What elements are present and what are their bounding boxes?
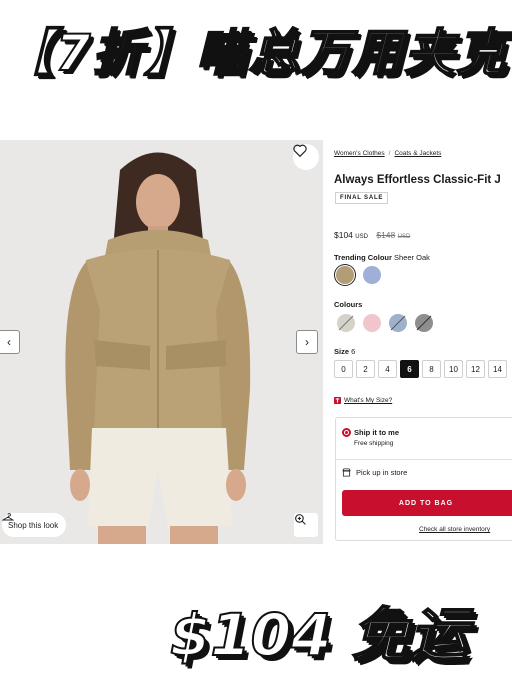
check-store-inventory-link[interactable]: Check all store inventory <box>419 526 490 533</box>
swatch-sheer-oak[interactable] <box>336 266 354 284</box>
store-icon <box>342 468 351 477</box>
delivery-options: Ship it to me Free shipping Pick up in s… <box>335 417 512 541</box>
promo-bottom-banner: $104 免运 <box>169 600 469 670</box>
whats-my-size-link[interactable]: What's My Size? <box>334 397 392 404</box>
product-details-panel: Women's Clothes / Coats & Jackets Always E… <box>334 140 512 544</box>
size-button-4[interactable]: 4 <box>378 360 397 378</box>
colour-swatches[interactable] <box>336 313 436 333</box>
chevron-right-icon: › <box>305 335 309 349</box>
original-price: $148 <box>376 230 396 240</box>
price: $104 USD $148 USD <box>334 230 410 240</box>
original-price-currency: USD <box>397 234 411 240</box>
size-button-2[interactable]: 2 <box>356 360 375 378</box>
product-image: ‹ › Shop this look <box>0 140 323 544</box>
pick-up-in-store-label: Pick up in store <box>356 468 408 477</box>
ship-to-me-label: Ship it to me <box>354 428 399 437</box>
size-label: Size 6 <box>334 347 355 356</box>
current-price: $104 <box>334 230 353 240</box>
breadcrumb: Women's Clothes / Coats & Jackets <box>334 150 441 157</box>
ship-to-me-radio[interactable] <box>342 428 351 437</box>
final-sale-badge: FINAL SALE <box>335 192 389 204</box>
swatch-trending-blue[interactable] <box>363 266 381 284</box>
swatch-pink[interactable] <box>363 314 381 332</box>
trending-colour-label: Trending Colour Sheer Oak <box>334 253 430 262</box>
model-illustration <box>65 152 251 544</box>
size-value: 6 <box>351 347 356 356</box>
size-button-14[interactable]: 14 <box>488 360 507 378</box>
wishlist-button[interactable] <box>293 144 319 170</box>
promo-top-banner: 【7折】喵总万用夹克 <box>3 23 509 83</box>
breadcrumb-link-womens-clothes[interactable]: Women's Clothes <box>334 150 385 157</box>
size-button-6[interactable]: 6 <box>400 360 419 378</box>
pick-up-in-store-option[interactable]: Pick up in store <box>342 468 407 477</box>
size-button-12[interactable]: 12 <box>466 360 485 378</box>
current-price-currency: USD <box>355 234 368 240</box>
delivery-divider <box>336 459 512 460</box>
size-guide-icon <box>334 397 341 404</box>
previous-image-button[interactable]: ‹ <box>0 330 20 354</box>
whats-my-size-label: What's My Size? <box>344 397 393 404</box>
size-button-0[interactable]: 0 <box>334 360 353 378</box>
size-button-8[interactable]: 8 <box>422 360 441 378</box>
zoom-in-icon <box>295 514 306 525</box>
add-to-bag-button[interactable]: ADD TO BAG <box>342 490 512 516</box>
free-shipping-label: Free shipping <box>354 440 394 447</box>
chevron-left-icon: ‹ <box>7 335 11 349</box>
trending-colour-title: Trending Colour <box>334 253 392 262</box>
trending-colour-value: Sheer Oak <box>394 253 430 262</box>
breadcrumb-link-coats-jackets[interactable]: Coats & Jackets <box>394 150 441 157</box>
zoom-button[interactable] <box>294 513 318 537</box>
hanger-icon <box>2 513 14 521</box>
next-image-button[interactable]: › <box>296 330 318 354</box>
shop-this-look-button[interactable]: Shop this look <box>2 513 67 537</box>
size-title: Size <box>334 347 350 356</box>
breadcrumb-separator: / <box>388 150 391 157</box>
colours-label: Colours <box>334 300 363 309</box>
shop-this-look-label: Shop this look <box>8 520 59 530</box>
product-title: Always Effortless Classic-Fit J <box>334 174 501 186</box>
size-button-10[interactable]: 10 <box>444 360 463 378</box>
heart-icon <box>293 144 307 157</box>
